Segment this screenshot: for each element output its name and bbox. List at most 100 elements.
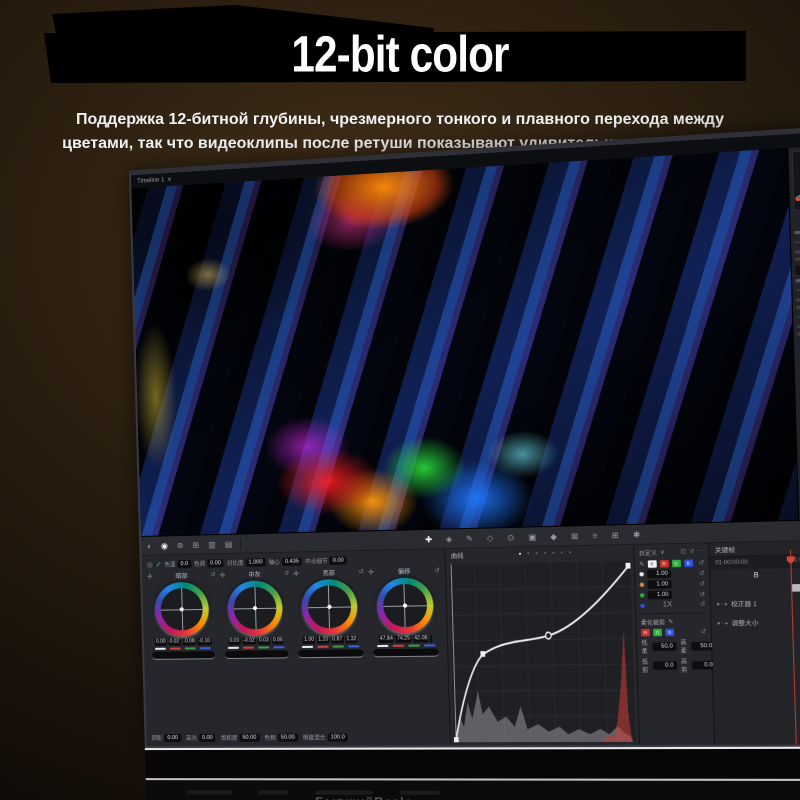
gamma-y[interactable]: 0.00 bbox=[228, 638, 240, 645]
curves-palette-icon[interactable]: ▤ bbox=[225, 539, 233, 548]
scope-panel[interactable] bbox=[792, 148, 800, 211]
reset-icon[interactable]: ↺ bbox=[699, 591, 705, 599]
y-gain-value[interactable]: 1.00 bbox=[647, 569, 671, 578]
offset-master-wheel[interactable] bbox=[373, 648, 439, 657]
wheel-mode-icon[interactable]: ✛ bbox=[219, 571, 225, 579]
reset-icon[interactable]: ↺ bbox=[434, 567, 439, 574]
param-label: 低柔 bbox=[641, 638, 648, 655]
curve-mode-dropdown[interactable]: 自定义 bbox=[639, 548, 657, 557]
curves-title: 曲线 bbox=[451, 551, 464, 561]
reset-icon[interactable]: ↺ bbox=[698, 559, 704, 567]
reset-icon[interactable]: ↺ bbox=[700, 601, 706, 609]
hdr-icon[interactable]: ⊛ bbox=[177, 540, 184, 549]
gain-b[interactable]: 1.32 bbox=[345, 636, 357, 643]
saturation-value[interactable]: 50.00 bbox=[239, 733, 259, 741]
primaries-icon[interactable]: ◉ bbox=[161, 541, 168, 550]
rgb-mixer-icon[interactable]: ⊞ bbox=[192, 540, 199, 549]
gamma-master-wheel[interactable] bbox=[224, 650, 288, 659]
pen-icon[interactable]: ✎ bbox=[466, 534, 473, 543]
edit-icon[interactable]: ✎ bbox=[639, 561, 644, 567]
offset-r[interactable]: 47.84 bbox=[379, 636, 394, 643]
offset-g[interactable]: 74.25 bbox=[396, 635, 411, 642]
pivot-value[interactable]: 0.435 bbox=[282, 557, 302, 566]
gallery-icon[interactable]: ⊞ bbox=[794, 212, 800, 226]
shadows-value[interactable]: 0.00 bbox=[164, 733, 181, 741]
blur-icon[interactable]: ◆ bbox=[550, 532, 557, 542]
channel-r-button[interactable]: R bbox=[659, 560, 668, 568]
reset-icon[interactable]: ↺ bbox=[358, 568, 363, 575]
gamma-g[interactable]: 0.03 bbox=[258, 637, 270, 644]
window-icon[interactable]: ◈ bbox=[446, 534, 453, 543]
keyframe-track-row[interactable]: ● ◦ ▸ 调整大小 bbox=[717, 618, 759, 628]
softclip-g-button[interactable]: G bbox=[653, 629, 662, 637]
motion-effects-icon[interactable]: ▥ bbox=[208, 540, 216, 549]
gamma-r[interactable]: -0.02 bbox=[242, 637, 256, 644]
midtone-detail-value[interactable]: 0.00 bbox=[330, 556, 347, 565]
shape-icon[interactable]: ◇ bbox=[487, 533, 494, 542]
low-clip-value[interactable]: 0.0 bbox=[652, 661, 676, 670]
offset-b[interactable]: 42.08 bbox=[413, 635, 428, 642]
gain-g[interactable]: 0.87 bbox=[331, 636, 343, 643]
stand-reflection bbox=[146, 778, 800, 800]
effects-icon[interactable]: ✱ bbox=[633, 530, 641, 540]
channel-b-button[interactable]: B bbox=[684, 560, 693, 568]
wheel-mode-icon[interactable]: ✛ bbox=[147, 572, 153, 580]
lift-color-wheel[interactable] bbox=[155, 582, 210, 637]
g-gain-value[interactable]: 1.00 bbox=[648, 591, 672, 600]
chevron-down-icon[interactable]: ∨ bbox=[660, 549, 665, 555]
reset-icon[interactable]: ↺ bbox=[689, 548, 694, 554]
reset-icon[interactable]: ↺ bbox=[700, 628, 706, 635]
tint-value[interactable]: 0.00 bbox=[207, 559, 224, 567]
keyframe-track-row[interactable]: ● ◦ ▸ 校正器 1 bbox=[716, 599, 757, 609]
gamma-b[interactable]: 0.06 bbox=[272, 637, 284, 644]
expand-icon[interactable]: ⊡ bbox=[680, 548, 686, 556]
offset-extra[interactable] bbox=[430, 635, 432, 642]
reset-icon[interactable]: ↺ bbox=[699, 580, 705, 588]
reset-icon[interactable]: ↺ bbox=[210, 571, 215, 578]
auto-balance-icon[interactable]: ✓ bbox=[156, 560, 162, 568]
curve-editor[interactable] bbox=[449, 561, 636, 742]
r-gain-value[interactable]: 1.00 bbox=[647, 580, 671, 589]
lum-mix-value[interactable]: 100.0 bbox=[327, 733, 348, 741]
channel-g-button[interactable]: G bbox=[672, 560, 681, 568]
sidebar-button[interactable] bbox=[795, 263, 800, 275]
wheel-mode-icon[interactable]: ✛ bbox=[368, 568, 374, 576]
color-wheels-icon[interactable]: ◐ bbox=[147, 541, 152, 550]
low-soft-value[interactable]: 50.0 bbox=[652, 642, 676, 651]
temp-value[interactable]: 0.0 bbox=[177, 559, 191, 567]
param-label: 阴影 bbox=[151, 734, 162, 742]
reset-icon[interactable]: ↺ bbox=[699, 569, 705, 577]
gain-master-wheel[interactable] bbox=[298, 649, 363, 658]
settings-icon[interactable]: ◎ bbox=[147, 560, 153, 568]
sizing-icon[interactable]: ≡ bbox=[592, 531, 597, 541]
softclip-b-button[interactable]: B bbox=[665, 629, 674, 637]
timeline-tab[interactable]: Timeline 1 bbox=[137, 177, 164, 185]
lift-r[interactable]: 0.02 bbox=[169, 638, 181, 645]
clip-bar[interactable] bbox=[792, 583, 800, 592]
wheel-mode-icon[interactable]: ✛ bbox=[293, 569, 299, 577]
offset-color-wheel[interactable] bbox=[376, 577, 434, 633]
lift-master-wheel[interactable] bbox=[152, 651, 215, 660]
channel-y-button[interactable]: Y bbox=[647, 560, 656, 568]
hue-value[interactable]: 50.00 bbox=[278, 733, 298, 741]
qualifier-icon[interactable]: ✚ bbox=[425, 534, 432, 543]
gamma-color-wheel[interactable] bbox=[227, 580, 283, 636]
lift-y[interactable]: 0.00 bbox=[155, 639, 167, 646]
edit-icon[interactable]: ✎ bbox=[668, 619, 673, 625]
lift-g[interactable]: -0.08 bbox=[182, 638, 196, 645]
highlights-value[interactable]: 0.00 bbox=[199, 733, 216, 741]
stereo-icon[interactable]: ⊞ bbox=[611, 530, 619, 540]
more-icon[interactable]: ⋯ bbox=[698, 548, 704, 554]
softclip-r-button[interactable]: R bbox=[641, 629, 650, 636]
contrast-value[interactable]: 1.000 bbox=[245, 558, 265, 567]
lift-b[interactable]: -0.10 bbox=[198, 638, 212, 645]
magic-mask-icon[interactable]: ▣ bbox=[528, 532, 536, 542]
tracker-icon[interactable]: ⊙ bbox=[507, 533, 514, 543]
chevron-down-icon[interactable]: ∨ bbox=[167, 176, 172, 183]
key-icon[interactable]: ⊠ bbox=[571, 531, 579, 541]
gain-y[interactable]: 1.00 bbox=[303, 637, 315, 644]
b-scale-value[interactable]: 1X bbox=[648, 601, 672, 609]
gain-color-wheel[interactable] bbox=[301, 579, 358, 635]
gain-r[interactable]: 1.20 bbox=[317, 636, 329, 643]
reset-icon[interactable]: ↺ bbox=[284, 570, 289, 577]
